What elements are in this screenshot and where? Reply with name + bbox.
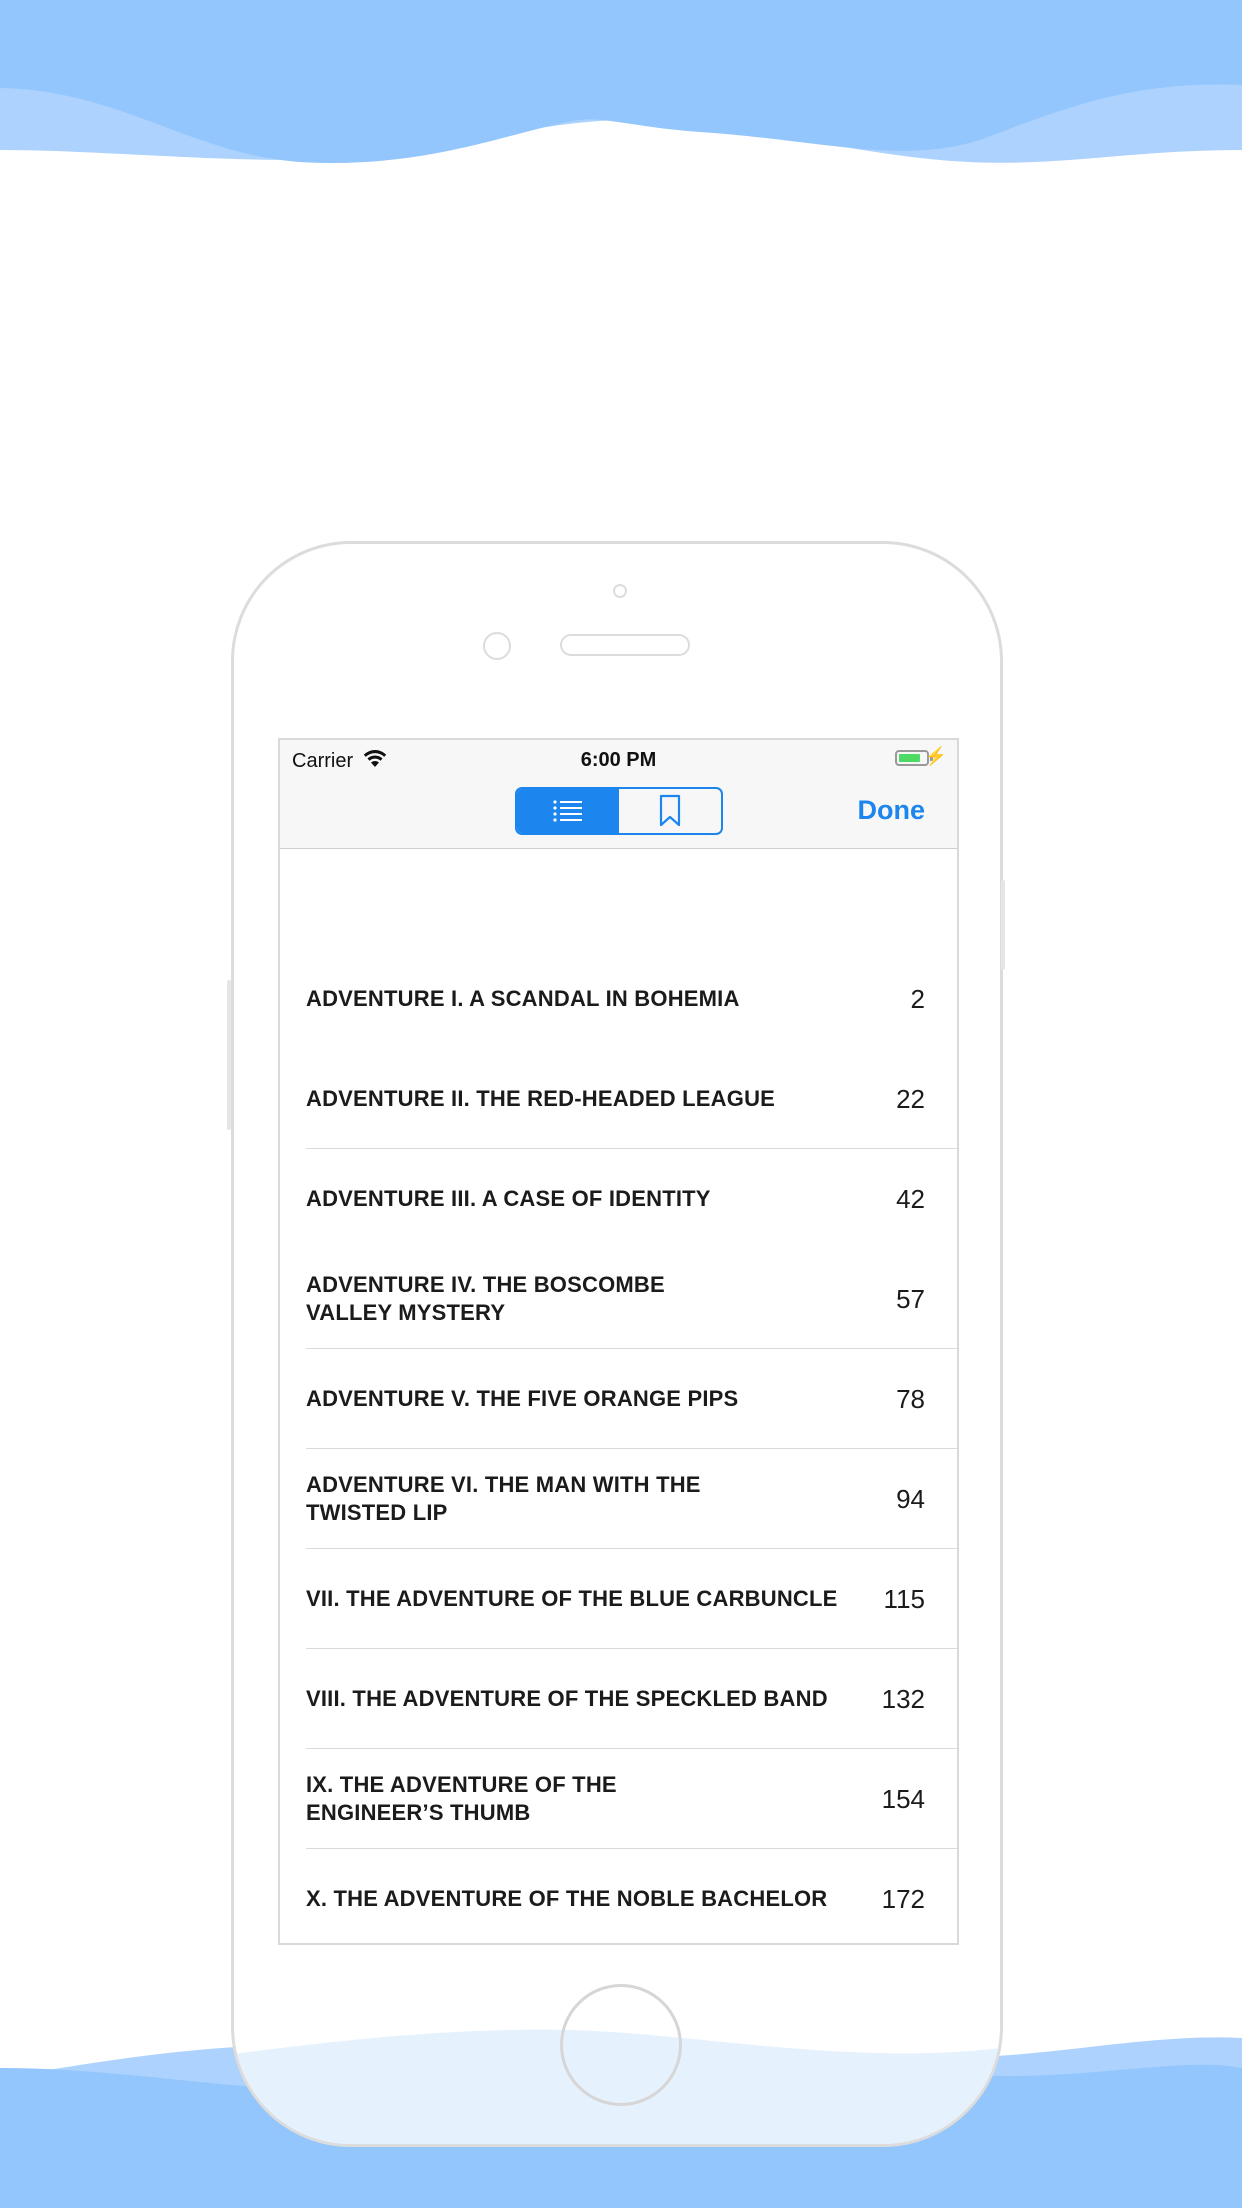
toc-row[interactable]: ADVENTURE III. A CASE OF IDENTITY 42: [280, 1149, 957, 1249]
chapter-title: ADVENTURE I. A SCANDAL IN BOHEMIA: [306, 986, 740, 1011]
front-camera: [483, 632, 511, 660]
toc-row[interactable]: ADVENTURE I. A SCANDAL IN BOHEMIA 2: [280, 949, 957, 1049]
battery-level: [899, 754, 920, 762]
page-number: 94: [896, 1483, 925, 1514]
navigation-bar: Carrier 6:00 PM ⚡ Done: [280, 740, 957, 849]
page-number: 42: [896, 1183, 925, 1214]
contents-segment[interactable]: [517, 789, 619, 833]
top-wave-decoration: [0, 0, 1242, 180]
status-bar: Carrier 6:00 PM ⚡: [280, 740, 957, 778]
phone-side-button: [227, 980, 231, 1130]
home-button[interactable]: [560, 1984, 682, 2106]
view-switcher: [515, 787, 723, 835]
bookmarks-segment[interactable]: [619, 789, 721, 833]
chapter-title: X. THE ADVENTURE OF THE NOBLE BACHELOR: [306, 1886, 828, 1911]
toc-row[interactable]: ADVENTURE IV. THE BOSCOMBE VALLEY MYSTER…: [280, 1249, 957, 1349]
toc-row[interactable]: VIII. THE ADVENTURE OF THE SPECKLED BAND…: [280, 1649, 957, 1749]
page-number: 2: [910, 983, 925, 1014]
chapter-title: ADVENTURE VI. THE MAN WITH THE TWISTED L…: [306, 1472, 701, 1525]
chapter-title: ADVENTURE III. A CASE OF IDENTITY: [306, 1186, 711, 1211]
chapter-title: IX. THE ADVENTURE OF THE ENGINEER’S THUM…: [306, 1772, 617, 1825]
bookmark-icon: [659, 794, 681, 827]
clock: 6:00 PM: [580, 749, 657, 771]
phone-side-button: [1001, 880, 1005, 970]
toc-row[interactable]: X. THE ADVENTURE OF THE NOBLE BACHELOR 17…: [280, 1849, 957, 1943]
page-number: 172: [881, 1883, 925, 1914]
toc-row[interactable]: ADVENTURE VI. THE MAN WITH THE TWISTED L…: [280, 1449, 957, 1549]
chapter-title: VIII. THE ADVENTURE OF THE SPECKLED BAND: [306, 1686, 828, 1711]
page-number: 115: [883, 1583, 925, 1614]
proximity-sensor: [613, 584, 627, 598]
page-number: 22: [896, 1083, 925, 1114]
charging-icon: ⚡: [924, 746, 947, 766]
page-number: 57: [896, 1283, 925, 1314]
toc-row[interactable]: ADVENTURE II. THE RED-HEADED LEAGUE 22: [280, 1049, 957, 1149]
page-number: 154: [881, 1783, 925, 1814]
list-icon: [553, 800, 582, 822]
chapter-title: ADVENTURE V. THE FIVE ORANGE PIPS: [306, 1386, 739, 1411]
done-button[interactable]: Done: [858, 795, 926, 826]
chapter-title: VII. THE ADVENTURE OF THE BLUE CARBUNCLE: [306, 1586, 838, 1611]
earpiece-speaker: [560, 634, 690, 656]
page-number: 132: [881, 1683, 925, 1714]
app-screen: Carrier 6:00 PM ⚡ Done ADVENTURE I. A SC…: [278, 738, 959, 1945]
toc-row[interactable]: IX. THE ADVENTURE OF THE ENGINEER’S THUM…: [280, 1749, 957, 1849]
chapter-title: ADVENTURE IV. THE BOSCOMBE VALLEY MYSTER…: [306, 1272, 665, 1325]
chapter-title: ADVENTURE II. THE RED-HEADED LEAGUE: [306, 1086, 776, 1111]
page-number: 78: [896, 1383, 925, 1414]
table-of-contents: ADVENTURE I. A SCANDAL IN BOHEMIA 2 ADVENT…: [280, 949, 957, 1943]
toc-row[interactable]: VII. THE ADVENTURE OF THE BLUE CARBUNCLE…: [280, 1549, 957, 1649]
toc-row[interactable]: ADVENTURE V. THE FIVE ORANGE PIPS 78: [280, 1349, 957, 1449]
